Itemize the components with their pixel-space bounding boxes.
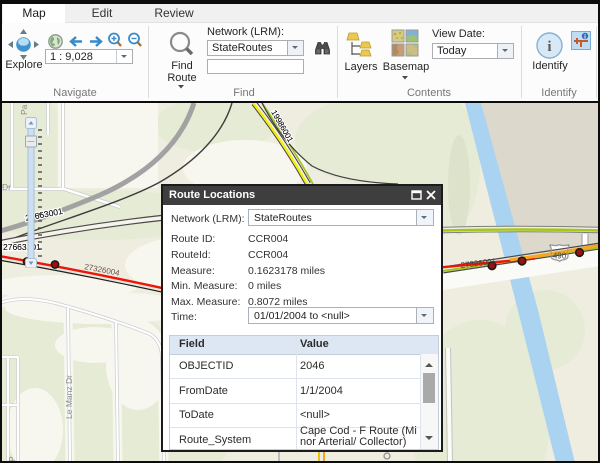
svg-text:Pa: Pa bbox=[19, 104, 29, 115]
svg-text:Le Manz Dr: Le Manz Dr bbox=[64, 375, 74, 419]
svg-text:i: i bbox=[547, 39, 551, 55]
svg-text:490: 490 bbox=[553, 252, 567, 261]
svg-text:Dr: Dr bbox=[2, 182, 11, 192]
svg-text:i: i bbox=[584, 34, 586, 41]
